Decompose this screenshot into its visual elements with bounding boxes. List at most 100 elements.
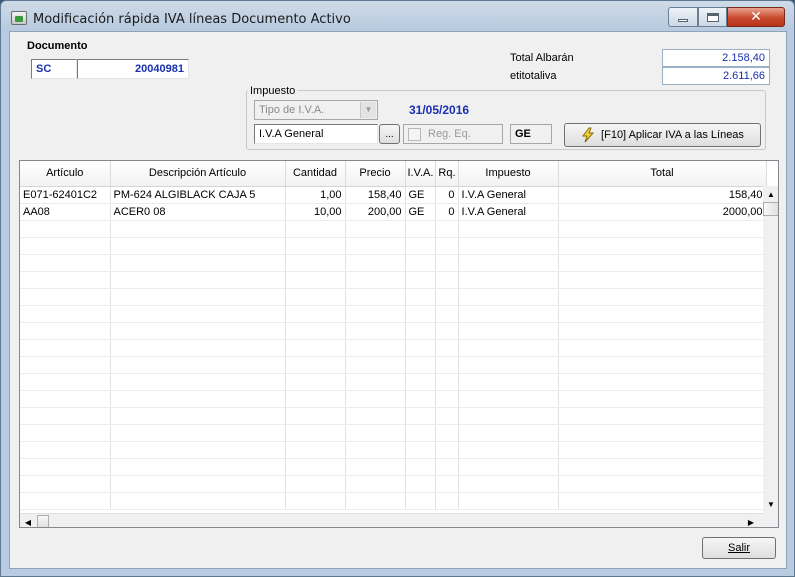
empty-cell[interactable] (405, 475, 437, 493)
cell-articulo[interactable]: E071-62401C2 (20, 186, 111, 204)
empty-cell[interactable] (405, 288, 437, 306)
empty-cell[interactable] (458, 254, 559, 272)
scroll-right-icon[interactable]: ▶ (743, 514, 759, 527)
minimize-button[interactable] (668, 7, 698, 27)
empty-cell[interactable] (20, 441, 111, 459)
cell-iva[interactable]: GE (405, 203, 437, 221)
empty-cell[interactable] (285, 254, 346, 272)
empty-cell[interactable] (110, 305, 286, 323)
empty-cell[interactable] (20, 305, 111, 323)
empty-cell[interactable] (405, 322, 437, 340)
scroll-up-icon[interactable]: ▲ (763, 186, 778, 202)
empty-cell[interactable] (405, 407, 437, 425)
empty-cell[interactable] (405, 356, 437, 374)
empty-cell[interactable] (345, 390, 406, 408)
empty-cell[interactable] (435, 339, 459, 357)
column-header[interactable]: Cantidad (285, 161, 346, 187)
empty-cell[interactable] (558, 475, 767, 493)
empty-cell[interactable] (285, 271, 346, 289)
empty-cell[interactable] (20, 475, 111, 493)
empty-cell[interactable] (458, 237, 559, 255)
empty-cell[interactable] (110, 220, 286, 238)
empty-cell[interactable] (435, 220, 459, 238)
empty-table-row[interactable] (20, 237, 767, 255)
empty-cell[interactable] (285, 390, 346, 408)
empty-table-row[interactable] (20, 441, 767, 459)
empty-cell[interactable] (110, 407, 286, 425)
empty-table-row[interactable] (20, 288, 767, 306)
empty-table-row[interactable] (20, 492, 767, 510)
empty-cell[interactable] (558, 458, 767, 476)
empty-cell[interactable] (458, 322, 559, 340)
empty-table-row[interactable] (20, 220, 767, 238)
horizontal-scroll-thumb[interactable] (37, 515, 49, 527)
empty-cell[interactable] (20, 254, 111, 272)
empty-cell[interactable] (458, 373, 559, 391)
cell-impuesto[interactable]: I.V.A General (458, 203, 559, 221)
empty-cell[interactable] (458, 424, 559, 442)
empty-cell[interactable] (110, 373, 286, 391)
cell-rq[interactable]: 0 (435, 203, 459, 221)
empty-cell[interactable] (345, 407, 406, 425)
empty-cell[interactable] (285, 322, 346, 340)
browse-impuesto-button[interactable]: ... (379, 124, 400, 144)
empty-cell[interactable] (110, 390, 286, 408)
empty-table-row[interactable] (20, 305, 767, 323)
empty-cell[interactable] (435, 322, 459, 340)
empty-cell[interactable] (110, 339, 286, 357)
cell-descripcion[interactable]: PM-624 ALGIBLACK CAJA 5 (110, 186, 286, 204)
close-button[interactable]: ✕ (727, 7, 785, 27)
empty-cell[interactable] (285, 339, 346, 357)
empty-cell[interactable] (20, 288, 111, 306)
empty-cell[interactable] (345, 356, 406, 374)
empty-cell[interactable] (285, 441, 346, 459)
empty-cell[interactable] (110, 492, 286, 510)
empty-cell[interactable] (435, 271, 459, 289)
empty-cell[interactable] (458, 305, 559, 323)
empty-cell[interactable] (435, 390, 459, 408)
documento-numero-field[interactable]: 20040981 (77, 59, 189, 79)
empty-cell[interactable] (285, 373, 346, 391)
chevron-down-icon[interactable]: ▼ (360, 102, 376, 118)
empty-cell[interactable] (345, 220, 406, 238)
empty-table-row[interactable] (20, 356, 767, 374)
empty-cell[interactable] (345, 441, 406, 459)
empty-cell[interactable] (20, 356, 111, 374)
empty-cell[interactable] (110, 458, 286, 476)
empty-table-row[interactable] (20, 322, 767, 340)
column-header[interactable]: Total (558, 161, 767, 187)
empty-cell[interactable] (110, 322, 286, 340)
empty-cell[interactable] (435, 356, 459, 374)
empty-cell[interactable] (20, 407, 111, 425)
apply-iva-button[interactable]: [F10] Aplicar IVA a las Líneas (564, 123, 761, 147)
empty-cell[interactable] (405, 237, 437, 255)
empty-cell[interactable] (435, 407, 459, 425)
empty-cell[interactable] (558, 305, 767, 323)
empty-cell[interactable] (458, 356, 559, 374)
empty-cell[interactable] (110, 237, 286, 255)
empty-cell[interactable] (405, 271, 437, 289)
empty-cell[interactable] (20, 271, 111, 289)
empty-cell[interactable] (285, 475, 346, 493)
empty-cell[interactable] (285, 288, 346, 306)
documento-serie-field[interactable]: SC (31, 59, 77, 79)
title-bar[interactable]: Modificación rápida IVA líneas Documento… (1, 1, 794, 31)
empty-cell[interactable] (558, 441, 767, 459)
empty-table-row[interactable] (20, 424, 767, 442)
empty-cell[interactable] (405, 305, 437, 323)
empty-cell[interactable] (285, 356, 346, 374)
empty-cell[interactable] (458, 220, 559, 238)
empty-cell[interactable] (435, 441, 459, 459)
empty-cell[interactable] (345, 475, 406, 493)
empty-cell[interactable] (110, 288, 286, 306)
empty-cell[interactable] (405, 220, 437, 238)
empty-cell[interactable] (405, 339, 437, 357)
empty-cell[interactable] (345, 339, 406, 357)
empty-cell[interactable] (345, 288, 406, 306)
empty-table-row[interactable] (20, 458, 767, 476)
impuesto-nombre-field[interactable]: I.V.A General (254, 124, 378, 144)
empty-cell[interactable] (435, 458, 459, 476)
scroll-down-icon[interactable]: ▼ (763, 496, 778, 512)
reg-eq-checkbox[interactable] (408, 128, 421, 141)
empty-cell[interactable] (435, 373, 459, 391)
